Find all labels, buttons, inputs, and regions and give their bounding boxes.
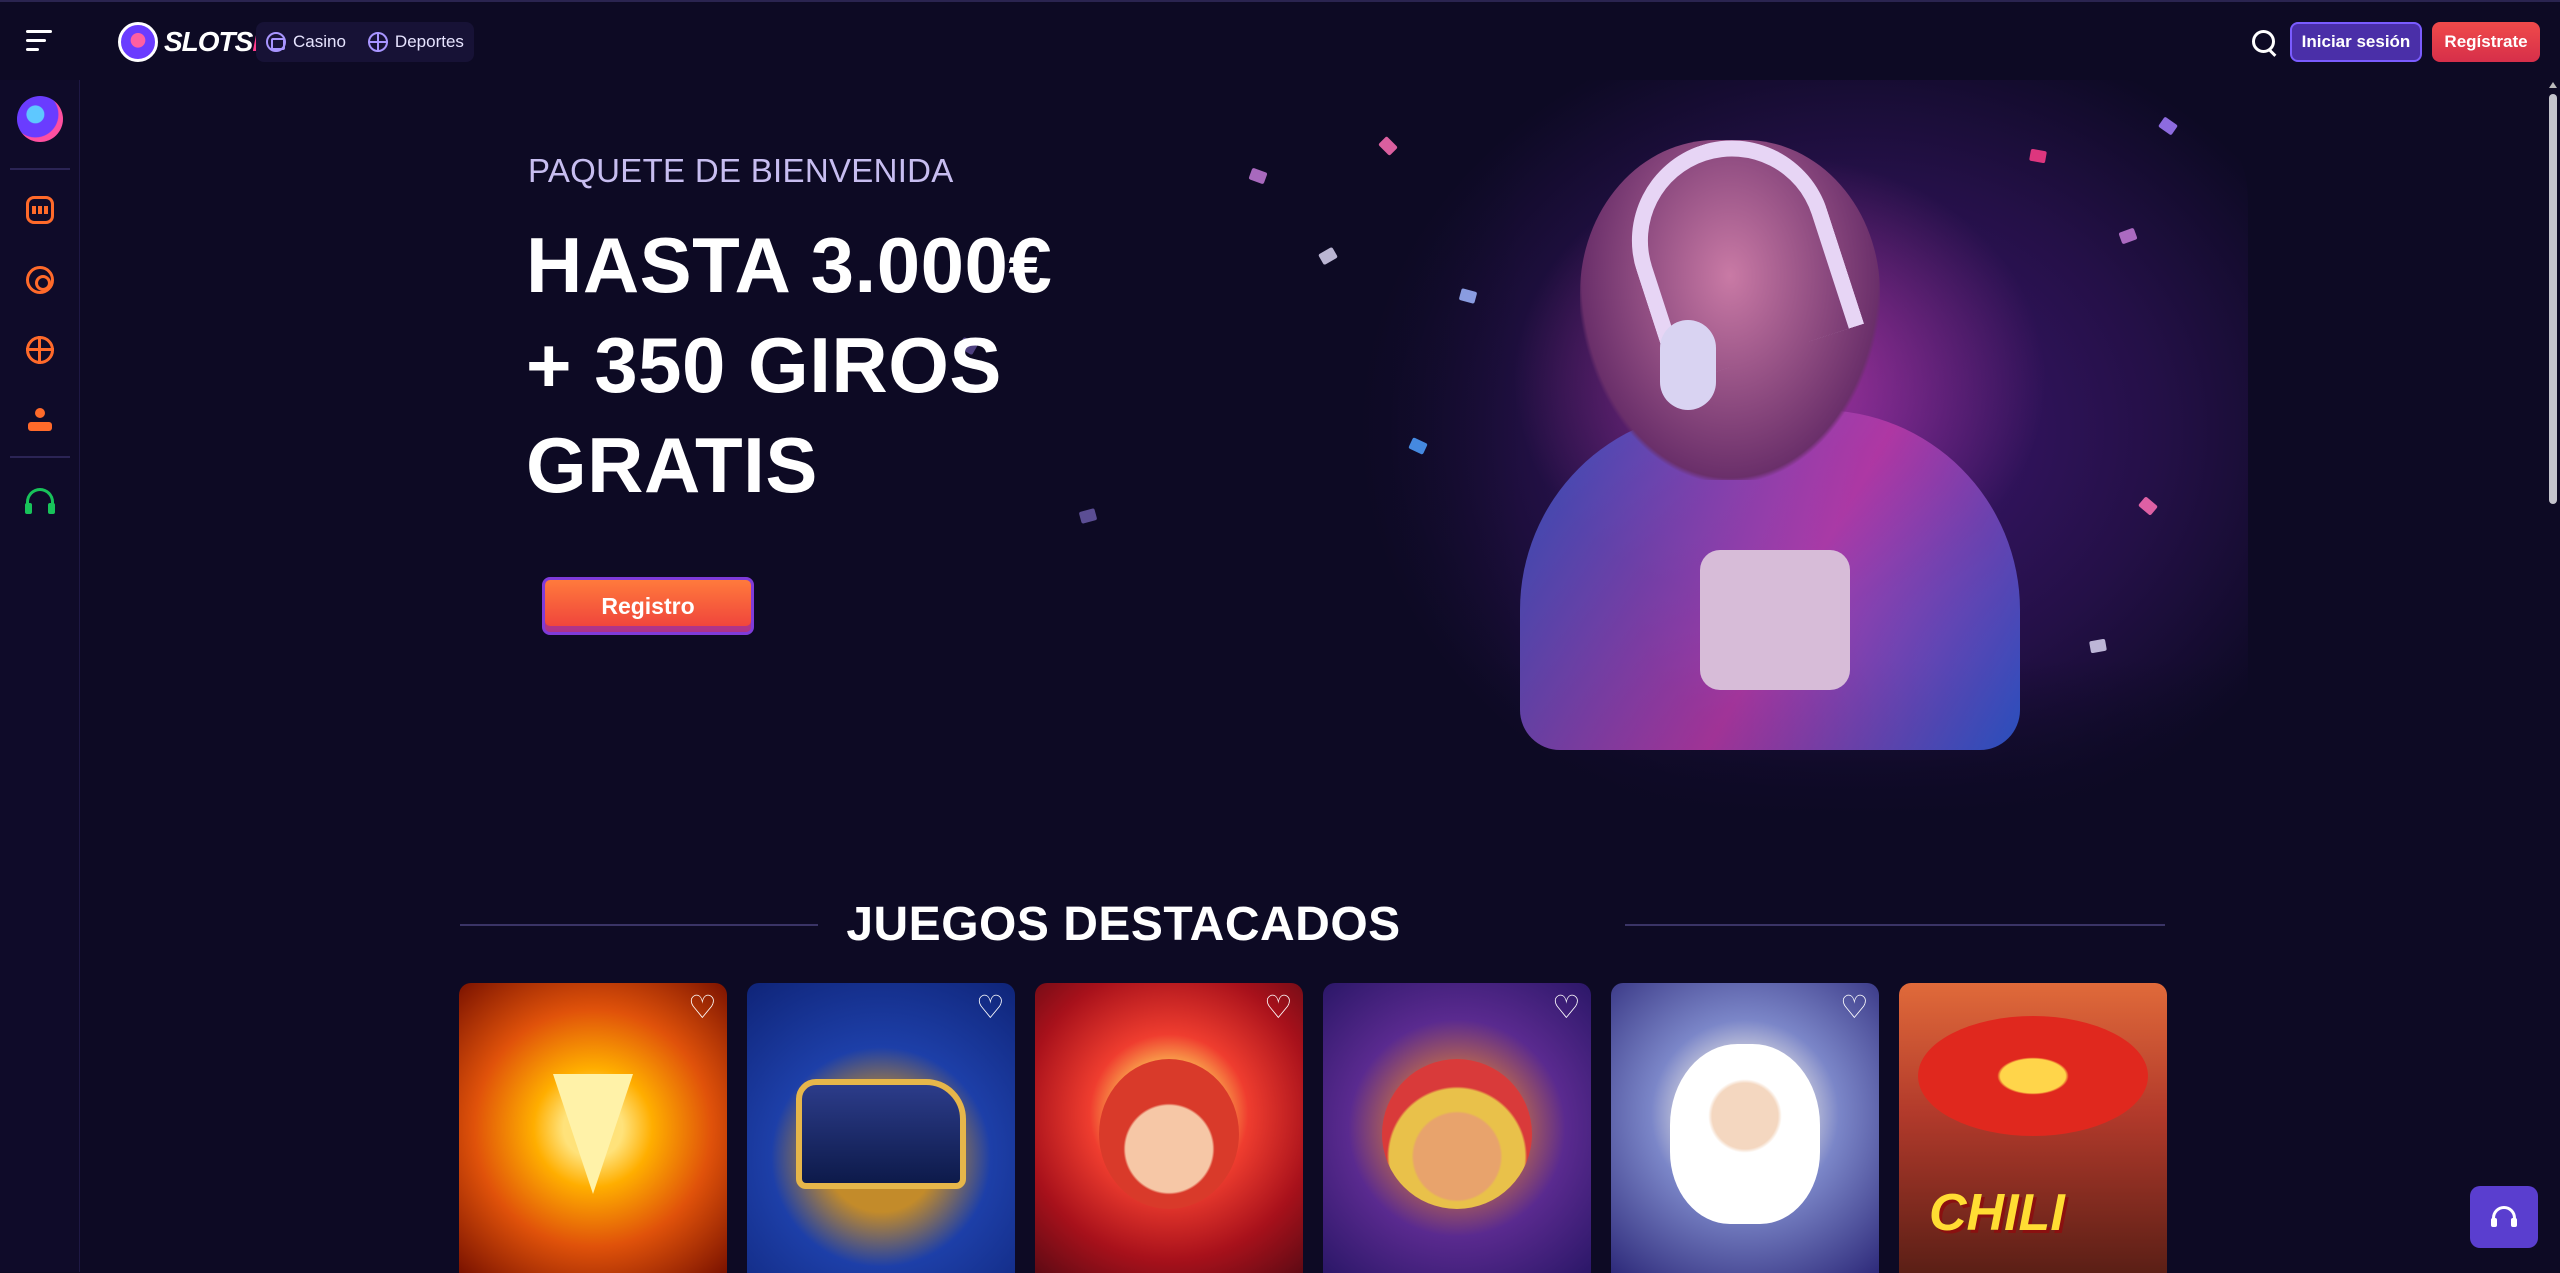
- favorite-heart-icon[interactable]: [1261, 988, 1293, 1026]
- hero-title: HASTA 3.000€ + 350 GIROS GRATIS: [526, 215, 1226, 515]
- jester-art: [1099, 1058, 1239, 1209]
- hero-fade: [1260, 80, 1520, 820]
- nav-casino-label: Casino: [293, 32, 346, 51]
- section-divider: [1625, 924, 2165, 926]
- sports-ball-icon: [367, 32, 388, 52]
- dj-top-shape: [1700, 550, 1850, 690]
- dj-avatar-icon[interactable]: [17, 96, 63, 142]
- logo-mark-icon: [118, 22, 158, 62]
- scroll-up-arrow-icon[interactable]: [2549, 82, 2557, 88]
- sidebar: [0, 80, 80, 1272]
- sombrero-art: [1918, 1015, 2148, 1136]
- featured-games-row: CHILI: [459, 983, 2169, 1273]
- confetti: [2029, 148, 2047, 164]
- train-art: [796, 1078, 966, 1189]
- game-tile-zeus[interactable]: [1611, 983, 1879, 1273]
- login-button[interactable]: Iniciar sesión: [2290, 22, 2422, 62]
- hero-banner: PAQUETE DE BIENVENIDA HASTA 3.000€ + 350…: [80, 80, 2248, 820]
- game-tile-chili-amigos[interactable]: CHILI: [1899, 983, 2167, 1273]
- favorite-heart-icon[interactable]: [685, 988, 717, 1026]
- mexican-man-art: [1382, 1058, 1532, 1209]
- sidebar-divider: [10, 456, 70, 458]
- logo-text-a: SLOTS: [164, 26, 253, 57]
- scrollbar-thumb[interactable]: [2549, 94, 2557, 504]
- lightning-bolt-art: [553, 1073, 633, 1194]
- slots-icon[interactable]: [26, 196, 54, 224]
- hero-title-line: HASTA 3.000€: [526, 221, 1053, 309]
- search-icon[interactable]: [2250, 28, 2278, 56]
- nav-casino[interactable]: Casino: [266, 32, 346, 52]
- zeus-art: [1670, 1043, 1820, 1224]
- hero-title-line: GRATIS: [526, 421, 818, 509]
- game-logo-text: CHILI: [1929, 1184, 2065, 1242]
- sidebar-divider: [10, 168, 70, 170]
- game-tile-jester[interactable]: [1035, 983, 1303, 1273]
- hero-register-button[interactable]: Registro: [542, 577, 754, 635]
- favorite-heart-icon[interactable]: [973, 988, 1005, 1026]
- favorite-heart-icon[interactable]: [1549, 988, 1581, 1026]
- headset-icon[interactable]: [25, 488, 55, 514]
- hero-title-line: + 350 GIROS: [526, 321, 1002, 409]
- favorite-heart-icon[interactable]: [1837, 988, 1869, 1026]
- page-scrollbar[interactable]: [2546, 80, 2560, 1272]
- featured-games-header: JUEGOS DESTACADOS: [80, 890, 2167, 960]
- game-tile-lightning-gem[interactable]: [459, 983, 727, 1273]
- hero-kicker: PAQUETE DE BIENVENIDA: [528, 152, 954, 189]
- featured-games-title: JUEGOS DESTACADOS: [818, 890, 1429, 960]
- hamburger-menu-icon[interactable]: [26, 30, 52, 52]
- game-tile-mexican-man[interactable]: [1323, 983, 1591, 1273]
- joystick-icon[interactable]: [26, 406, 54, 434]
- headphone-cup-shape: [1660, 320, 1716, 410]
- sports-ball-icon[interactable]: [26, 336, 54, 364]
- roulette-icon[interactable]: [26, 266, 54, 294]
- casino-icon: [266, 32, 286, 52]
- main-nav: Casino Deportes: [256, 22, 474, 62]
- top-bar: SLOTSDJ Casino Deportes Iniciar sesión R…: [0, 0, 2560, 80]
- nav-deportes[interactable]: Deportes: [367, 32, 464, 52]
- register-button[interactable]: Regístrate: [2432, 22, 2540, 62]
- nav-deportes-label: Deportes: [394, 32, 464, 51]
- support-chat-button[interactable]: [2470, 1186, 2538, 1248]
- headset-icon: [2491, 1206, 2517, 1227]
- game-tile-golden-train[interactable]: [747, 983, 1015, 1273]
